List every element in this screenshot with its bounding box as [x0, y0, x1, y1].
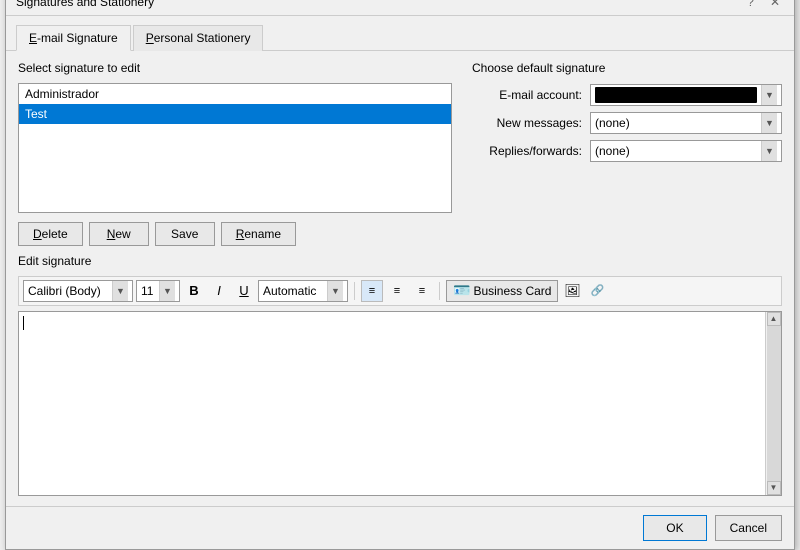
- title-bar-controls: ? ✕: [743, 0, 784, 9]
- text-cursor: [23, 316, 24, 330]
- help-button[interactable]: ?: [743, 0, 758, 9]
- align-left-button[interactable]: ≡: [361, 280, 383, 302]
- top-section: Select signature to edit Administrador T…: [18, 61, 782, 246]
- color-dropdown-arrow[interactable]: ▼: [327, 281, 343, 301]
- align-right-button[interactable]: ≡: [411, 280, 433, 302]
- main-content: Select signature to edit Administrador T…: [6, 50, 794, 506]
- toolbar-separator-1: [354, 282, 355, 300]
- tab-email-signature[interactable]: E-mail Signature: [16, 25, 131, 51]
- underline-button[interactable]: U: [233, 280, 255, 302]
- font-dropdown-arrow[interactable]: ▼: [112, 281, 128, 301]
- align-center-button[interactable]: ≡: [386, 280, 408, 302]
- title-bar: Signatures and Stationery ? ✕: [6, 0, 794, 16]
- image-icon: 🖼: [564, 283, 581, 299]
- sig-item-administrador[interactable]: Administrador: [19, 84, 451, 104]
- formatting-toolbar: Calibri (Body) ▼ 11 ▼ B I U Automatic ▼: [18, 276, 782, 306]
- replies-label: Replies/forwards:: [472, 144, 582, 158]
- signature-text-input[interactable]: [19, 312, 765, 495]
- business-card-label: Business Card: [473, 284, 551, 298]
- select-sig-label: Select signature to edit: [18, 61, 452, 75]
- scroll-down-arrow[interactable]: ▼: [767, 481, 781, 495]
- tab-bar: E-mail Signature Personal Stationery: [6, 16, 794, 50]
- left-panel: Select signature to edit Administrador T…: [18, 61, 452, 246]
- delete-button[interactable]: DDeleteelete: [18, 222, 83, 246]
- new-messages-dropdown[interactable]: (none) ▼: [590, 112, 782, 134]
- email-account-row: E-mail account: ▼: [472, 84, 782, 106]
- choose-default-label: Choose default signature: [472, 61, 782, 75]
- email-account-value: [595, 87, 757, 103]
- insert-link-button[interactable]: 🔗: [586, 280, 608, 302]
- new-messages-label: New messages:: [472, 116, 582, 130]
- email-account-dropdown-arrow[interactable]: ▼: [761, 85, 777, 105]
- replies-value: (none): [595, 144, 630, 158]
- font-size-dropdown[interactable]: 11 ▼: [136, 280, 180, 302]
- replies-dropdown-arrow[interactable]: ▼: [761, 141, 777, 161]
- right-panel: Choose default signature E-mail account:…: [472, 61, 782, 246]
- sig-item-test[interactable]: Test: [19, 104, 451, 124]
- sig-action-buttons: DDeleteelete New Save Rename: [18, 222, 452, 246]
- scroll-track[interactable]: [767, 326, 781, 481]
- save-button[interactable]: Save: [155, 222, 215, 246]
- business-card-icon: 🪪: [453, 282, 470, 299]
- font-size-dropdown-arrow[interactable]: ▼: [159, 281, 175, 301]
- insert-image-button[interactable]: 🖼: [561, 280, 583, 302]
- email-account-dropdown[interactable]: ▼: [590, 84, 782, 106]
- font-value: Calibri (Body): [28, 284, 101, 298]
- dialog-title: Signatures and Stationery: [16, 0, 154, 9]
- font-size-value: 11: [141, 284, 153, 298]
- font-dropdown[interactable]: Calibri (Body) ▼: [23, 280, 133, 302]
- scroll-up-arrow[interactable]: ▲: [767, 312, 781, 326]
- tab-email-label: E-mail Signature: [29, 31, 118, 45]
- bottom-bar: OK Cancel: [6, 506, 794, 549]
- replies-dropdown[interactable]: (none) ▼: [590, 140, 782, 162]
- tab-personal-label: Personal Stationery: [146, 31, 251, 45]
- new-messages-dropdown-arrow[interactable]: ▼: [761, 113, 777, 133]
- edit-sig-label: Edit signature: [18, 254, 782, 268]
- business-card-button[interactable]: 🪪 Business Card: [446, 280, 558, 302]
- close-button[interactable]: ✕: [766, 0, 784, 9]
- color-value: Automatic: [263, 284, 316, 298]
- new-button[interactable]: New: [89, 222, 149, 246]
- bold-button[interactable]: B: [183, 280, 205, 302]
- dialog-window: Signatures and Stationery ? ✕ E-mail Sig…: [5, 0, 795, 550]
- toolbar-separator-2: [439, 282, 440, 300]
- signature-list[interactable]: Administrador Test: [18, 83, 452, 213]
- signature-edit-area[interactable]: ▲ ▼: [18, 311, 782, 496]
- italic-button[interactable]: I: [208, 280, 230, 302]
- email-account-label: E-mail account:: [472, 88, 582, 102]
- replies-row: Replies/forwards: (none) ▼: [472, 140, 782, 162]
- edit-section: Edit signature Calibri (Body) ▼ 11 ▼ B I…: [18, 254, 782, 496]
- new-messages-row: New messages: (none) ▼: [472, 112, 782, 134]
- color-dropdown[interactable]: Automatic ▼: [258, 280, 348, 302]
- tab-personal-stationery[interactable]: Personal Stationery: [133, 25, 264, 51]
- link-icon: 🔗: [591, 284, 605, 297]
- edit-area-scrollbar: ▲ ▼: [765, 312, 781, 495]
- new-messages-value: (none): [595, 116, 630, 130]
- rename-button[interactable]: Rename: [221, 222, 296, 246]
